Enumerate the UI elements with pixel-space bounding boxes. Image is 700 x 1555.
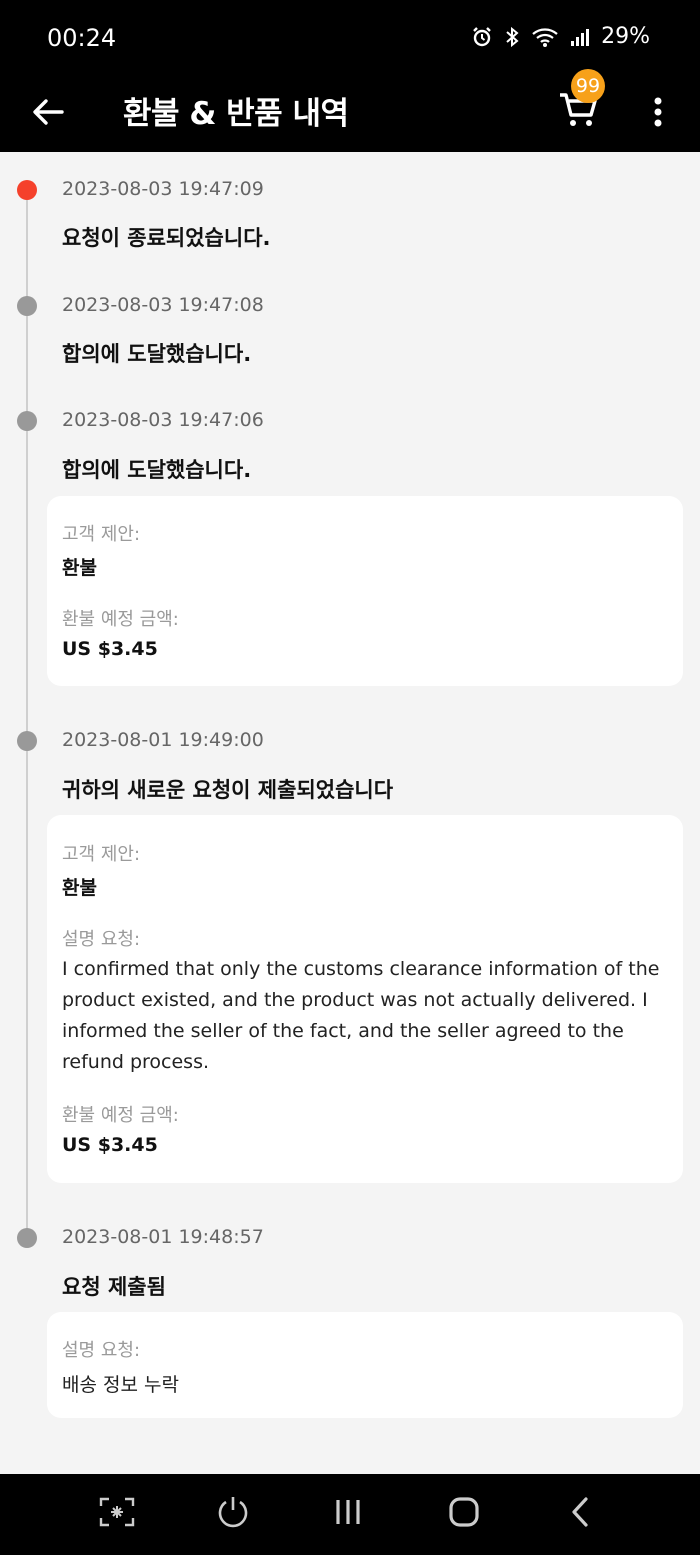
more-options-button[interactable] [644,88,672,140]
event-timestamp: 2023-08-01 19:49:00 [62,729,264,751]
event-timestamp: 2023-08-03 19:47:06 [62,409,264,431]
nav-back-button[interactable] [558,1494,602,1534]
description-text: I confirmed that only the customs cleara… [62,958,660,1073]
event-timestamp: 2023-08-03 19:47:08 [62,294,264,316]
timeline-dot [17,411,37,431]
refund-amount-value: US $3.45 [62,1134,158,1156]
status-icons: 29% [471,24,650,49]
description-text: 배송 정보 누락 [62,1374,179,1396]
timeline-dot [17,1228,37,1248]
timeline-dot [17,731,37,751]
proposal-label: 고객 제안: [62,844,141,865]
signal-icon [569,26,591,48]
event-title: 요청 제출됨 [62,1275,166,1299]
event-detail-card: 고객 제안: 환불 설명 요청: I confirmed that only t… [47,815,683,1183]
event-title: 합의에 도달했습니다. [62,458,252,482]
description-label: 설명 요청: [62,1340,141,1361]
event-detail-card: 설명 요청: 배송 정보 누락 [47,1312,683,1418]
description-label: 설명 요청: [62,929,141,950]
recents-icon [333,1497,363,1531]
timeline-line [26,190,28,1238]
app-bar: 환불 & 반품 내역 99 [0,69,700,152]
refund-amount-label: 환불 예정 금액: [62,1105,179,1126]
wifi-icon [531,26,559,48]
chevron-left-icon [568,1496,592,1532]
event-title: 합의에 도달했습니다. [62,342,252,366]
event-timestamp: 2023-08-03 19:47:09 [62,178,264,200]
event-title: 요청이 종료되었습니다. [62,226,271,250]
battery-text: 29% [601,24,650,49]
back-button[interactable] [28,88,68,140]
screenshot-button[interactable] [95,1494,139,1534]
power-icon [216,1495,250,1533]
refund-amount-label: 환불 예정 금액: [62,609,179,630]
recent-apps-button[interactable] [326,1494,370,1534]
bluetooth-icon [503,26,521,48]
timeline-dot [17,296,37,316]
capture-icon [99,1497,135,1531]
home-button[interactable] [442,1494,486,1534]
event-detail-card: 고객 제안: 환불 환불 예정 금액: US $3.45 [47,496,683,686]
proposal-value: 환불 [62,877,97,899]
cart-count-badge: 99 [571,69,605,103]
page-title: 환불 & 반품 내역 [123,96,349,132]
proposal-value: 환불 [62,557,97,579]
arrow-left-icon [32,98,64,130]
more-vertical-icon [654,97,662,131]
event-timestamp: 2023-08-01 19:48:57 [62,1226,264,1248]
status-bar: 00:24 29% [0,0,700,76]
system-nav-bar [0,1474,700,1555]
event-title: 귀하의 새로운 요청이 제출되었습니다 [62,778,394,802]
timeline-dot-active [17,180,37,200]
power-button[interactable] [211,1494,255,1534]
proposal-label: 고객 제안: [62,524,141,545]
refund-amount-value: US $3.45 [62,638,158,660]
status-time: 00:24 [47,24,117,52]
alarm-icon [471,26,493,48]
home-icon [448,1496,480,1532]
